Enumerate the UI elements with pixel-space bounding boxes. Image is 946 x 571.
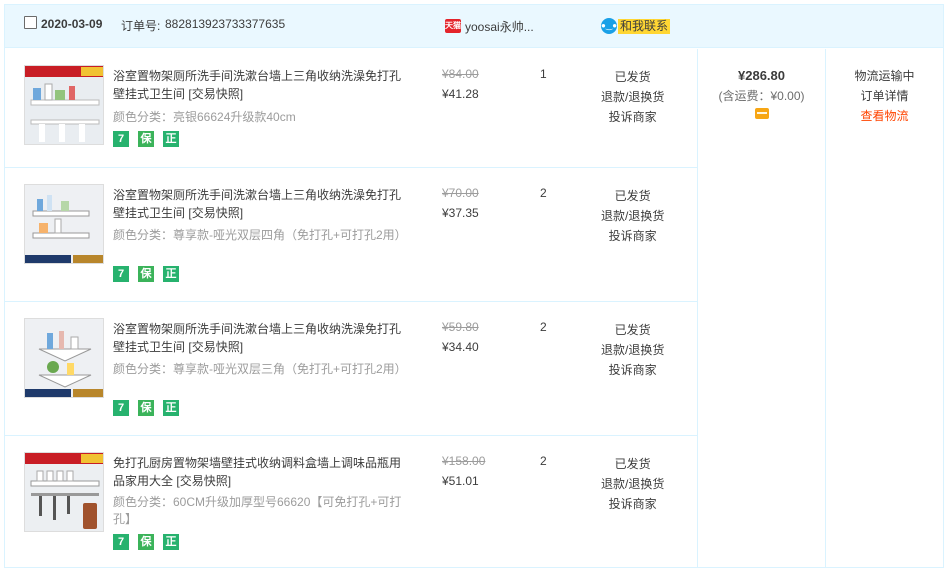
product-title-link[interactable]: 浴室置物架厕所洗手间洗漱台墙上三角收纳洗澡免打孔壁挂式卫生间 [交易快照] [113,320,408,356]
service-badges: 7 保 正 [113,266,179,282]
service-badges: 7 保 正 [113,131,179,147]
trade-snapshot-link[interactable]: [交易快照] [188,87,243,101]
original-price: ¥84.00 [442,67,479,81]
product-sku: 颜色分类：尊享款-哑光双层三角（免打孔+可打孔2用） [113,362,407,376]
item-actions: 已发货 退款/退换货 投诉商家 [601,186,664,246]
credit-card-icon[interactable] [754,108,769,119]
order-date: 2020-03-09 [41,17,103,31]
genuine-guarantee-icon[interactable]: 正 [163,131,179,147]
trade-snapshot-link[interactable]: [交易快照] [188,340,243,354]
complain-seller-link[interactable]: 投诉商家 [601,494,664,514]
product-sku: 颜色分类：60CM升级加厚型号66620【可免打孔+可打孔】 [113,495,402,526]
order-items: 浴室置物架厕所洗手间洗漱台墙上三角收纳洗澡免打孔壁挂式卫生间 [交易快照] 颜色… [5,49,697,566]
order-item: 浴室置物架厕所洗手间洗漱台墙上三角收纳洗澡免打孔壁挂式卫生间 [交易快照] 颜色… [5,49,697,168]
refund-link[interactable]: 退款/退换货 [601,206,664,226]
quantity: 2 [540,320,547,334]
complain-seller-link[interactable]: 投诉商家 [601,360,664,380]
original-price: ¥70.00 [442,186,479,200]
genuine-guarantee-icon[interactable]: 正 [163,400,179,416]
complain-seller-link[interactable]: 投诉商家 [601,226,664,246]
refund-link[interactable]: 退款/退换货 [601,87,664,107]
column-divider [697,49,698,568]
paid-price: ¥51.01 [442,474,479,488]
quantity: 2 [540,454,547,468]
paid-price: ¥37.35 [442,206,479,220]
consumer-protection-icon[interactable]: 保 [138,266,154,282]
refund-link[interactable]: 退款/退换货 [601,340,664,360]
product-title-link[interactable]: 浴室置物架厕所洗手间洗漱台墙上三角收纳洗澡免打孔壁挂式卫生间 [交易快照] [113,186,408,222]
product-thumbnail[interactable] [24,65,104,145]
shipped-status: 已发货 [614,189,651,203]
product-title-link[interactable]: 免打孔厨房置物架墙壁挂式收纳调料盒墙上调味品瓶用品家用大全 [交易快照] [113,454,408,490]
seven-day-return-icon[interactable]: 7 [113,400,129,416]
service-badges: 7 保 正 [113,400,179,416]
order-item: 浴室置物架厕所洗手间洗漱台墙上三角收纳洗澡免打孔壁挂式卫生间 [交易快照] 颜色… [5,302,697,436]
genuine-guarantee-icon[interactable]: 正 [163,266,179,282]
shipping-fee: (含运费：¥0.00) [718,89,805,103]
product-thumbnail[interactable] [24,318,104,398]
consumer-protection-icon[interactable]: 保 [138,534,154,550]
shop-name-link[interactable]: yoosai永帅... [465,18,534,35]
shipped-status: 已发货 [614,457,651,471]
trade-snapshot-link[interactable]: [交易快照] [176,474,231,488]
order-item: 免打孔厨房置物架墙壁挂式收纳调料盒墙上调味品瓶用品家用大全 [交易快照] 颜色分… [5,436,697,566]
order-number-label: 订单号: [121,19,161,33]
refund-link[interactable]: 退款/退换货 [601,474,664,494]
seven-day-return-icon[interactable]: 7 [113,266,129,282]
product-thumbnail[interactable] [24,452,104,532]
quantity: 1 [540,67,547,81]
consumer-protection-icon[interactable]: 保 [138,131,154,147]
seven-day-return-icon[interactable]: 7 [113,534,129,550]
order-number: 882813923733377635 [165,17,286,31]
original-price: ¥59.80 [442,320,479,334]
item-actions: 已发货 退款/退换货 投诉商家 [601,67,664,127]
order-detail-link[interactable]: 订单详情 [826,86,943,106]
order-card: 2020-03-09 订单号: 882813923733377635 天猫 yo… [4,4,944,568]
quantity: 2 [540,186,547,200]
tmall-icon: 天猫 [445,19,461,33]
genuine-guarantee-icon[interactable]: 正 [163,534,179,550]
order-header: 2020-03-09 订单号: 882813923733377635 天猫 yo… [5,5,943,48]
paid-price: ¥41.28 [442,87,479,101]
seven-day-return-icon[interactable]: 7 [113,131,129,147]
item-actions: 已发货 退款/退换货 投诉商家 [601,320,664,380]
product-sku: 颜色分类：尊享款-哑光双层四角（免打孔+可打孔2用） [113,228,407,242]
shipped-status: 已发货 [614,323,651,337]
trade-snapshot-link[interactable]: [交易快照] [188,206,243,220]
paid-price: ¥34.40 [442,340,479,354]
shipped-status: 已发货 [614,70,651,84]
original-price: ¥158.00 [442,454,486,468]
order-status: 物流运输中 订单详情 查看物流 [826,49,943,126]
product-title-link[interactable]: 浴室置物架厕所洗手间洗漱台墙上三角收纳洗澡免打孔壁挂式卫生间 [交易快照] [113,67,408,103]
product-thumbnail[interactable] [24,184,104,264]
service-badges: 7 保 正 [113,534,179,550]
view-logistics-link[interactable]: 查看物流 [826,106,943,126]
item-actions: 已发货 退款/退换货 投诉商家 [601,454,664,514]
product-sku: 颜色分类：亮银66624升级款40cm [113,110,296,124]
consumer-protection-icon[interactable]: 保 [138,400,154,416]
order-total: ¥286.80 (含运费：¥0.00) [698,49,825,122]
column-divider [825,49,826,568]
logistics-status: 物流运输中 [854,69,915,83]
order-item: 浴室置物架厕所洗手间洗漱台墙上三角收纳洗澡免打孔壁挂式卫生间 [交易快照] 颜色… [5,168,697,302]
complain-seller-link[interactable]: 投诉商家 [601,107,664,127]
wangwang-icon[interactable]: ●‿● [601,18,617,34]
contact-seller-button[interactable]: 和我联系 [618,19,671,34]
order-checkbox[interactable] [24,16,37,29]
total-amount: ¥286.80 [738,68,785,83]
